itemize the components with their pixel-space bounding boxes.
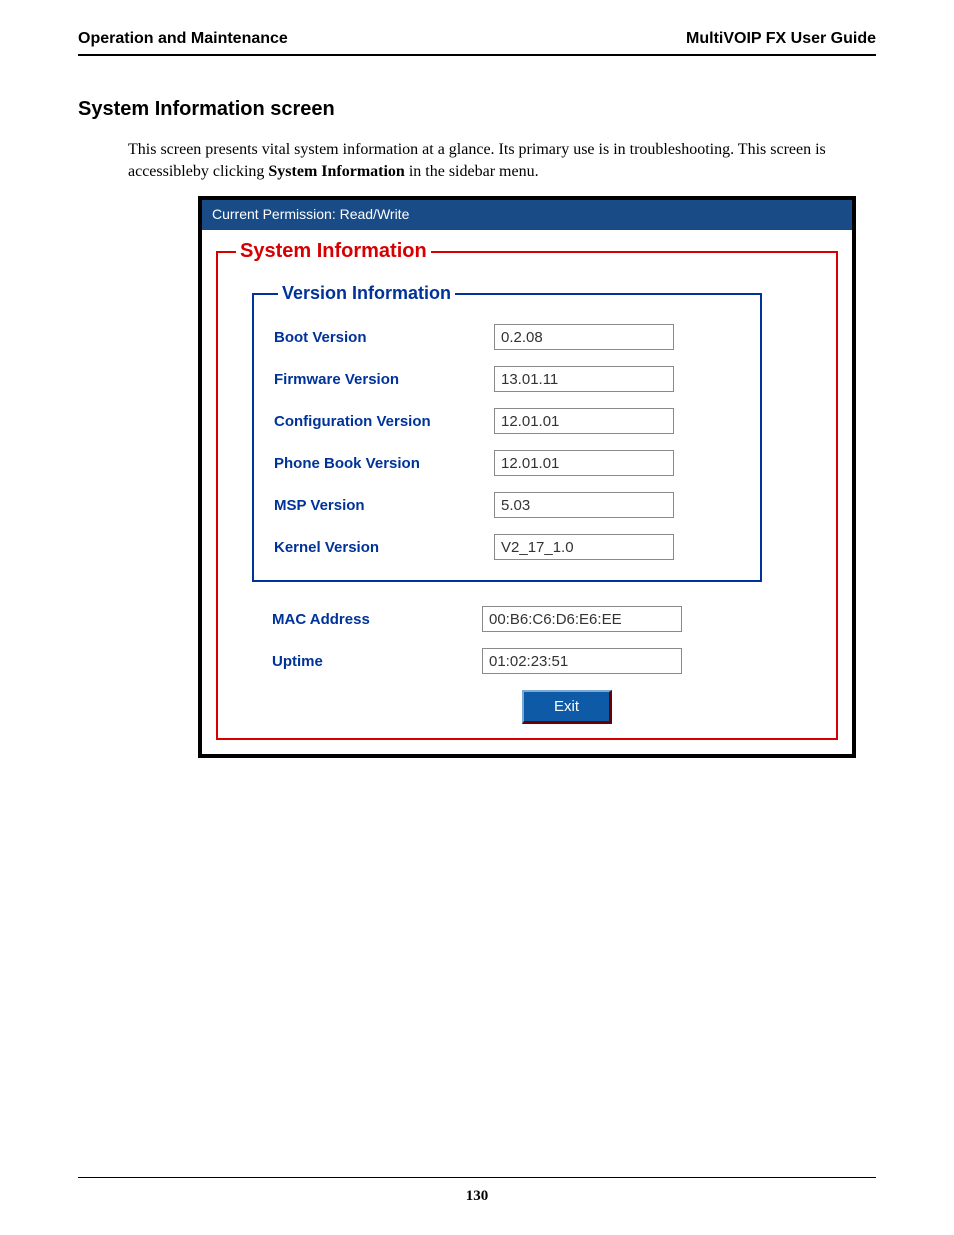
intro-text-suffix: in the sidebar menu. — [405, 163, 539, 180]
configuration-version-value — [494, 408, 674, 434]
system-information-legend: System Information — [236, 240, 431, 263]
version-row: Configuration Version — [274, 408, 740, 434]
section-title: System Information screen — [78, 98, 876, 121]
version-information-legend: Version Information — [278, 283, 455, 304]
header-right: MultiVOIP FX User Guide — [686, 30, 876, 48]
kernel-version-value — [494, 534, 674, 560]
version-row: MSP Version — [274, 492, 740, 518]
mac-row: MAC Address — [272, 606, 822, 632]
intro-paragraph: This screen presents vital system inform… — [128, 139, 868, 182]
version-row: Phone Book Version — [274, 450, 740, 476]
msp-version-label: MSP Version — [274, 497, 494, 514]
kernel-version-label: Kernel Version — [274, 539, 494, 556]
firmware-version-label: Firmware Version — [274, 371, 494, 388]
uptime-value — [482, 648, 682, 674]
exit-button-wrap: Exit — [522, 690, 822, 724]
page-footer: 130 — [78, 1177, 876, 1205]
uptime-label: Uptime — [272, 653, 482, 670]
phone-book-version-label: Phone Book Version — [274, 455, 494, 472]
version-row: Boot Version — [274, 324, 740, 350]
msp-version-value — [494, 492, 674, 518]
bottom-info-block: MAC Address Uptime Exit — [272, 606, 822, 724]
system-information-fieldset: System Information Version Information B… — [216, 240, 838, 740]
uptime-row: Uptime — [272, 648, 822, 674]
configuration-version-label: Configuration Version — [274, 413, 494, 430]
version-row: Kernel Version — [274, 534, 740, 560]
mac-address-label: MAC Address — [272, 611, 482, 628]
header-left: Operation and Maintenance — [78, 30, 288, 48]
permission-bar: Current Permission: Read/Write — [202, 200, 852, 230]
mac-address-value — [482, 606, 682, 632]
version-information-fieldset: Version Information Boot Version Firmwar… — [252, 283, 762, 582]
firmware-version-value — [494, 366, 674, 392]
page-header: Operation and Maintenance MultiVOIP FX U… — [78, 30, 876, 56]
phone-book-version-value — [494, 450, 674, 476]
boot-version-label: Boot Version — [274, 329, 494, 346]
exit-button[interactable]: Exit — [522, 690, 612, 724]
system-info-panel: Current Permission: Read/Write System In… — [198, 196, 856, 758]
version-row: Firmware Version — [274, 366, 740, 392]
intro-bold: System Information — [268, 163, 404, 180]
panel-body: System Information Version Information B… — [202, 230, 852, 754]
boot-version-value — [494, 324, 674, 350]
page-number: 130 — [466, 1188, 489, 1204]
